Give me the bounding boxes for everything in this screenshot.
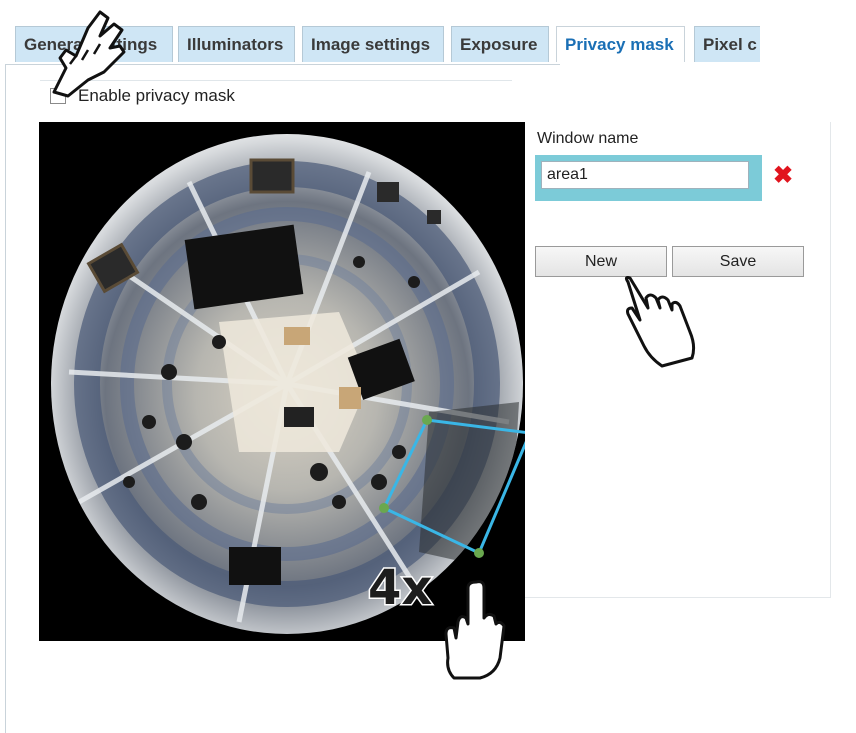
panel-border-left	[5, 64, 6, 733]
pointer-hand-icon	[52, 10, 126, 98]
fisheye-image: 4x	[51, 134, 525, 634]
mask-handle[interactable]	[474, 548, 484, 558]
tab-pixel-count[interactable]: Pixel c	[694, 26, 760, 62]
tab-label: Illuminators	[187, 35, 284, 54]
zoom-multiplier-text: 4x	[368, 560, 432, 616]
camera-view[interactable]: 4x	[39, 122, 525, 641]
tab-privacy-mask[interactable]: Privacy mask	[556, 26, 685, 62]
mask-handle[interactable]	[379, 503, 389, 513]
pointer-hand-icon	[624, 276, 696, 368]
window-name-input[interactable]	[541, 161, 749, 189]
window-name-label: Window name	[537, 130, 639, 147]
tab-label: Image settings	[311, 35, 431, 54]
tab-label: Exposure	[460, 35, 538, 54]
mask-handle[interactable]	[422, 415, 432, 425]
pointer-hand-icon	[444, 580, 506, 680]
save-button[interactable]: Save	[672, 246, 804, 277]
tab-illuminators[interactable]: Illuminators	[178, 26, 295, 62]
tab-image-settings[interactable]: Image settings	[302, 26, 444, 62]
delete-window-icon[interactable]: ✖	[771, 164, 795, 188]
tab-label: Privacy mask	[565, 35, 674, 54]
tab-exposure[interactable]: Exposure	[451, 26, 549, 62]
tab-label: Pixel c	[703, 35, 757, 54]
new-button[interactable]: New	[535, 246, 667, 277]
tab-bar: General settings Illuminators Image sett…	[0, 0, 856, 65]
